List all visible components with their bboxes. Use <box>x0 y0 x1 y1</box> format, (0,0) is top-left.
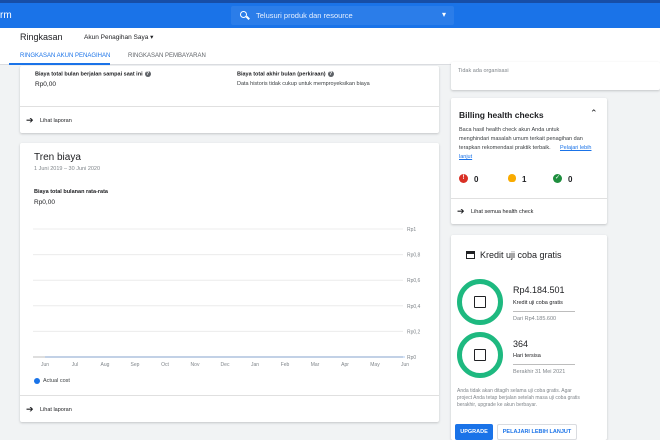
active-tab-indicator <box>9 63 110 65</box>
tab-billing-account-overview[interactable]: RINGKASAN AKUN PENAGIHAN <box>20 53 110 59</box>
search-input[interactable]: Telusuri produk dan resource ▾ <box>231 6 454 25</box>
arrow-right-icon: ➔ <box>457 206 465 216</box>
trend-title: Tren biaya <box>34 152 81 163</box>
days-remaining-label: Hari tersisa <box>513 353 541 359</box>
warning-count: 1 <box>522 175 527 184</box>
cost-trend-card <box>20 143 439 422</box>
month-cost-label: Biaya total bulan berjalan sampai saat i… <box>35 71 151 78</box>
page-title: Ringkasan <box>20 32 63 42</box>
avg-cost-label: Biaya total bulanan rata-rata <box>34 189 108 195</box>
legend-actual-cost: Actual cost <box>43 378 70 384</box>
tab-payment-overview[interactable]: RINGKASAN PEMBAYARAN <box>128 53 206 59</box>
organization-card: Tidak ada organisasi <box>451 62 660 90</box>
legend-dot <box>34 378 40 384</box>
divider <box>513 311 575 312</box>
health-title: Billing health checks <box>459 110 544 120</box>
eom-cost-text: Data historis tidak cukup untuk memproye… <box>237 81 370 87</box>
upgrade-button[interactable]: UPGRADE <box>455 424 493 440</box>
help-icon[interactable]: ? <box>327 71 334 77</box>
search-icon <box>240 11 247 18</box>
arrow-right-icon: ➔ <box>26 404 34 414</box>
credit-remaining-label: Kredit uji coba gratis <box>513 300 563 306</box>
credit-remaining-value: Rp4.184.501 <box>513 285 565 295</box>
trial-end-date: Berakhir 31 Mei 2021 <box>513 369 566 375</box>
passed-count: 0 <box>568 175 573 184</box>
avg-cost-value: Rp0,00 <box>34 199 55 206</box>
divider <box>451 198 607 199</box>
trial-note-3: berakhir, upgrade ke akun berbayar. <box>457 402 538 408</box>
brand-fragment[interactable]: rm <box>0 10 12 21</box>
arrow-right-icon: ➔ <box>26 115 34 125</box>
divider <box>20 106 439 107</box>
eom-cost-label: Biaya total akhir bulan (perkiraan)? <box>237 71 334 78</box>
wallet-icon <box>474 296 486 308</box>
health-desc-2: menghindari masalah umum terkait penagih… <box>459 136 583 142</box>
chevron-up-icon[interactable]: ⌃ <box>590 108 598 119</box>
chevron-down-icon[interactable]: ▾ <box>442 10 446 19</box>
trend-range: 1 Juni 2019 – 30 Juni 2020 <box>34 166 101 172</box>
credit-title: Kredit uji coba gratis <box>480 250 562 260</box>
days-remaining-value: 364 <box>513 339 529 349</box>
free-trial-credit-card: Kredit uji coba gratis Rp4.184.501 Kredi… <box>451 235 607 440</box>
divider <box>20 395 439 396</box>
search-placeholder: Telusuri produk dan resource <box>256 11 353 20</box>
view-report-link[interactable]: Lihat laporan <box>40 407 72 413</box>
check-icon: ✓ <box>553 174 562 183</box>
top-bar: rm Telusuri produk dan resource ▾ <box>0 0 660 28</box>
learn-more-link-2[interactable]: lanjut <box>459 154 472 160</box>
health-desc-1: Baca hasil health check akun Anda untuk <box>459 127 560 133</box>
view-report-link[interactable]: Lihat laporan <box>40 118 72 124</box>
month-cost-value: Rp0,00 <box>35 81 56 88</box>
credit-total: Dari Rp4.185.600 <box>513 316 557 322</box>
page-header: Ringkasan Akun Penagihan Saya ▾ <box>0 28 660 48</box>
learn-more-link-1[interactable]: Pelajari lebih <box>560 145 592 151</box>
error-icon: ! <box>459 174 468 183</box>
account-selector[interactable]: Akun Penagihan Saya ▾ <box>84 33 153 41</box>
trial-note-2: project Anda tetap berjalan setelah masa… <box>457 395 580 401</box>
warning-icon <box>508 174 516 182</box>
gift-icon <box>466 251 475 259</box>
billing-health-card: Billing health checks ⌃ Baca hasil healt… <box>451 98 607 224</box>
divider <box>513 364 575 365</box>
trial-note-1: Anda tidak akan ditagih selama uji coba … <box>457 388 572 394</box>
help-icon[interactable]: ? <box>144 71 151 77</box>
calendar-icon <box>474 349 486 361</box>
cost-summary-card: Biaya total bulan berjalan sampai saat i… <box>20 66 439 133</box>
health-desc-3: terapkan rekomendasi praktik terbaik. <box>459 145 551 151</box>
learn-more-button[interactable]: PELAJARI LEBIH LANJUT <box>497 424 577 440</box>
view-all-health-checks-link[interactable]: Lihat semua health check <box>471 209 533 215</box>
error-count: 0 <box>474 175 479 184</box>
no-organization-text: Tidak ada organisasi <box>458 68 509 74</box>
